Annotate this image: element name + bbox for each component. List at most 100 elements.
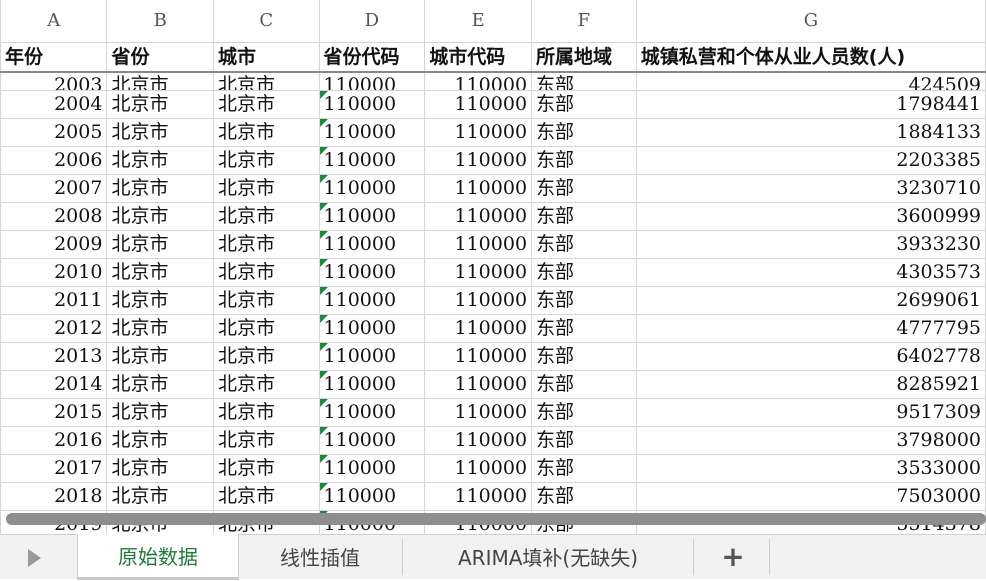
header-cell-province-code[interactable]: 省份代码	[318, 42, 426, 73]
cell-province-code[interactable]: 110000	[318, 71, 426, 91]
cell-province[interactable]: 北京市	[106, 397, 214, 427]
triangle-right-icon[interactable]	[28, 549, 41, 567]
cell-year[interactable]: 2018	[0, 481, 108, 511]
cell-city[interactable]: 北京市	[212, 285, 320, 315]
cell-province-code[interactable]: 110000	[318, 145, 426, 175]
cell-province-code[interactable]: 110000	[318, 425, 426, 455]
cell-region[interactable]: 东部	[531, 229, 637, 259]
cell-year[interactable]: 2015	[0, 397, 108, 427]
cell-year[interactable]: 2003	[0, 71, 108, 91]
cell-value[interactable]: 8285921	[635, 369, 986, 399]
header-cell-year[interactable]: 年份	[0, 42, 108, 73]
cell-province-code[interactable]: 110000	[318, 313, 426, 343]
cell-year[interactable]: 2014	[0, 369, 108, 399]
cell-city[interactable]: 北京市	[212, 453, 320, 483]
cell-province-code[interactable]: 110000	[318, 229, 426, 259]
cell-province[interactable]: 北京市	[106, 71, 214, 91]
cell-province[interactable]: 北京市	[106, 257, 214, 287]
cell-value[interactable]: 6402778	[635, 341, 986, 371]
cell-province[interactable]: 北京市	[106, 117, 214, 147]
header-cell-city[interactable]: 城市	[212, 42, 320, 73]
cell-city[interactable]: 北京市	[212, 89, 320, 119]
plus-icon[interactable]: +	[718, 535, 748, 578]
cell-region[interactable]: 东部	[531, 341, 637, 371]
header-cell-city-code[interactable]: 城市代码	[424, 42, 533, 73]
cell-year[interactable]: 2008	[0, 201, 108, 231]
cell-city[interactable]: 北京市	[212, 201, 320, 231]
cell-city[interactable]: 北京市	[212, 173, 320, 203]
cell-city-code[interactable]: 110000	[424, 313, 533, 343]
cell-province-code[interactable]: 110000	[318, 481, 426, 511]
cell-city[interactable]: 北京市	[212, 313, 320, 343]
cell-province[interactable]: 北京市	[106, 89, 214, 119]
cell-province-code[interactable]: 110000	[318, 117, 426, 147]
column-header-e[interactable]: E	[424, 0, 533, 43]
cell-city-code[interactable]: 110000	[424, 71, 533, 91]
cell-year[interactable]: 2006	[0, 145, 108, 175]
cell-province-code[interactable]: 110000	[318, 341, 426, 371]
cell-value[interactable]: 3798000	[635, 425, 986, 455]
cell-city-code[interactable]: 110000	[424, 229, 533, 259]
cell-city[interactable]: 北京市	[212, 425, 320, 455]
cell-province-code[interactable]: 110000	[318, 285, 426, 315]
cell-province[interactable]: 北京市	[106, 341, 214, 371]
cell-value[interactable]: 3230710	[635, 173, 986, 203]
cell-city-code[interactable]: 110000	[424, 117, 533, 147]
cell-city[interactable]: 北京市	[212, 117, 320, 147]
cell-city[interactable]: 北京市	[212, 257, 320, 287]
cell-province[interactable]: 北京市	[106, 145, 214, 175]
cell-value[interactable]: 2699061	[635, 285, 986, 315]
cell-region[interactable]: 东部	[531, 173, 637, 203]
cell-province[interactable]: 北京市	[106, 453, 214, 483]
cell-region[interactable]: 东部	[531, 285, 637, 315]
cell-city[interactable]: 北京市	[212, 229, 320, 259]
cell-city[interactable]: 北京市	[212, 145, 320, 175]
column-header-f[interactable]: F	[531, 0, 637, 43]
cell-city[interactable]: 北京市	[212, 481, 320, 511]
cell-province-code[interactable]: 110000	[318, 369, 426, 399]
column-header-b[interactable]: B	[106, 0, 214, 43]
cell-city-code[interactable]: 110000	[424, 257, 533, 287]
cell-region[interactable]: 东部	[531, 257, 637, 287]
header-cell-region[interactable]: 所属地域	[531, 42, 637, 73]
cell-year[interactable]: 2016	[0, 425, 108, 455]
cell-region[interactable]: 东部	[531, 117, 637, 147]
cell-province-code[interactable]: 110000	[318, 453, 426, 483]
column-header-c[interactable]: C	[212, 0, 320, 43]
cell-city[interactable]: 北京市	[212, 369, 320, 399]
cell-year[interactable]: 2013	[0, 341, 108, 371]
cell-province[interactable]: 北京市	[106, 425, 214, 455]
cell-city-code[interactable]: 110000	[424, 201, 533, 231]
cell-value[interactable]: 424509	[635, 71, 986, 91]
cell-city[interactable]: 北京市	[212, 71, 320, 91]
cell-value[interactable]: 1884133	[635, 117, 986, 147]
cell-province-code[interactable]: 110000	[318, 173, 426, 203]
spreadsheet-grid[interactable]: A B C D E F G 年份 省份 城市 省份代码 城市代码 所属地域 城镇…	[0, 0, 986, 534]
cell-value[interactable]: 7503000	[635, 481, 986, 511]
cell-city-code[interactable]: 110000	[424, 89, 533, 119]
cell-province[interactable]: 北京市	[106, 229, 214, 259]
column-header-g[interactable]: G	[635, 0, 986, 43]
cell-value[interactable]: 3600999	[635, 201, 986, 231]
tab-raw-data[interactable]: 原始数据	[77, 534, 239, 580]
cell-city-code[interactable]: 110000	[424, 453, 533, 483]
cell-value[interactable]: 2203385	[635, 145, 986, 175]
cell-city-code[interactable]: 110000	[424, 285, 533, 315]
cell-city-code[interactable]: 110000	[424, 173, 533, 203]
cell-city-code[interactable]: 110000	[424, 425, 533, 455]
cell-region[interactable]: 东部	[531, 453, 637, 483]
cell-year[interactable]: 2004	[0, 89, 108, 119]
cell-region[interactable]: 东部	[531, 397, 637, 427]
cell-province-code[interactable]: 110000	[318, 397, 426, 427]
cell-city-code[interactable]: 110000	[424, 481, 533, 511]
cell-province[interactable]: 北京市	[106, 201, 214, 231]
cell-region[interactable]: 东部	[531, 425, 637, 455]
cell-province[interactable]: 北京市	[106, 285, 214, 315]
cell-city-code[interactable]: 110000	[424, 369, 533, 399]
column-header-d[interactable]: D	[318, 0, 426, 43]
cell-region[interactable]: 东部	[531, 369, 637, 399]
cell-year[interactable]: 2010	[0, 257, 108, 287]
cell-city-code[interactable]: 110000	[424, 145, 533, 175]
tab-arima-fill[interactable]: ARIMA填补(无缺失)	[403, 535, 693, 578]
tab-linear-interpolation[interactable]: 线性插值	[238, 535, 402, 578]
